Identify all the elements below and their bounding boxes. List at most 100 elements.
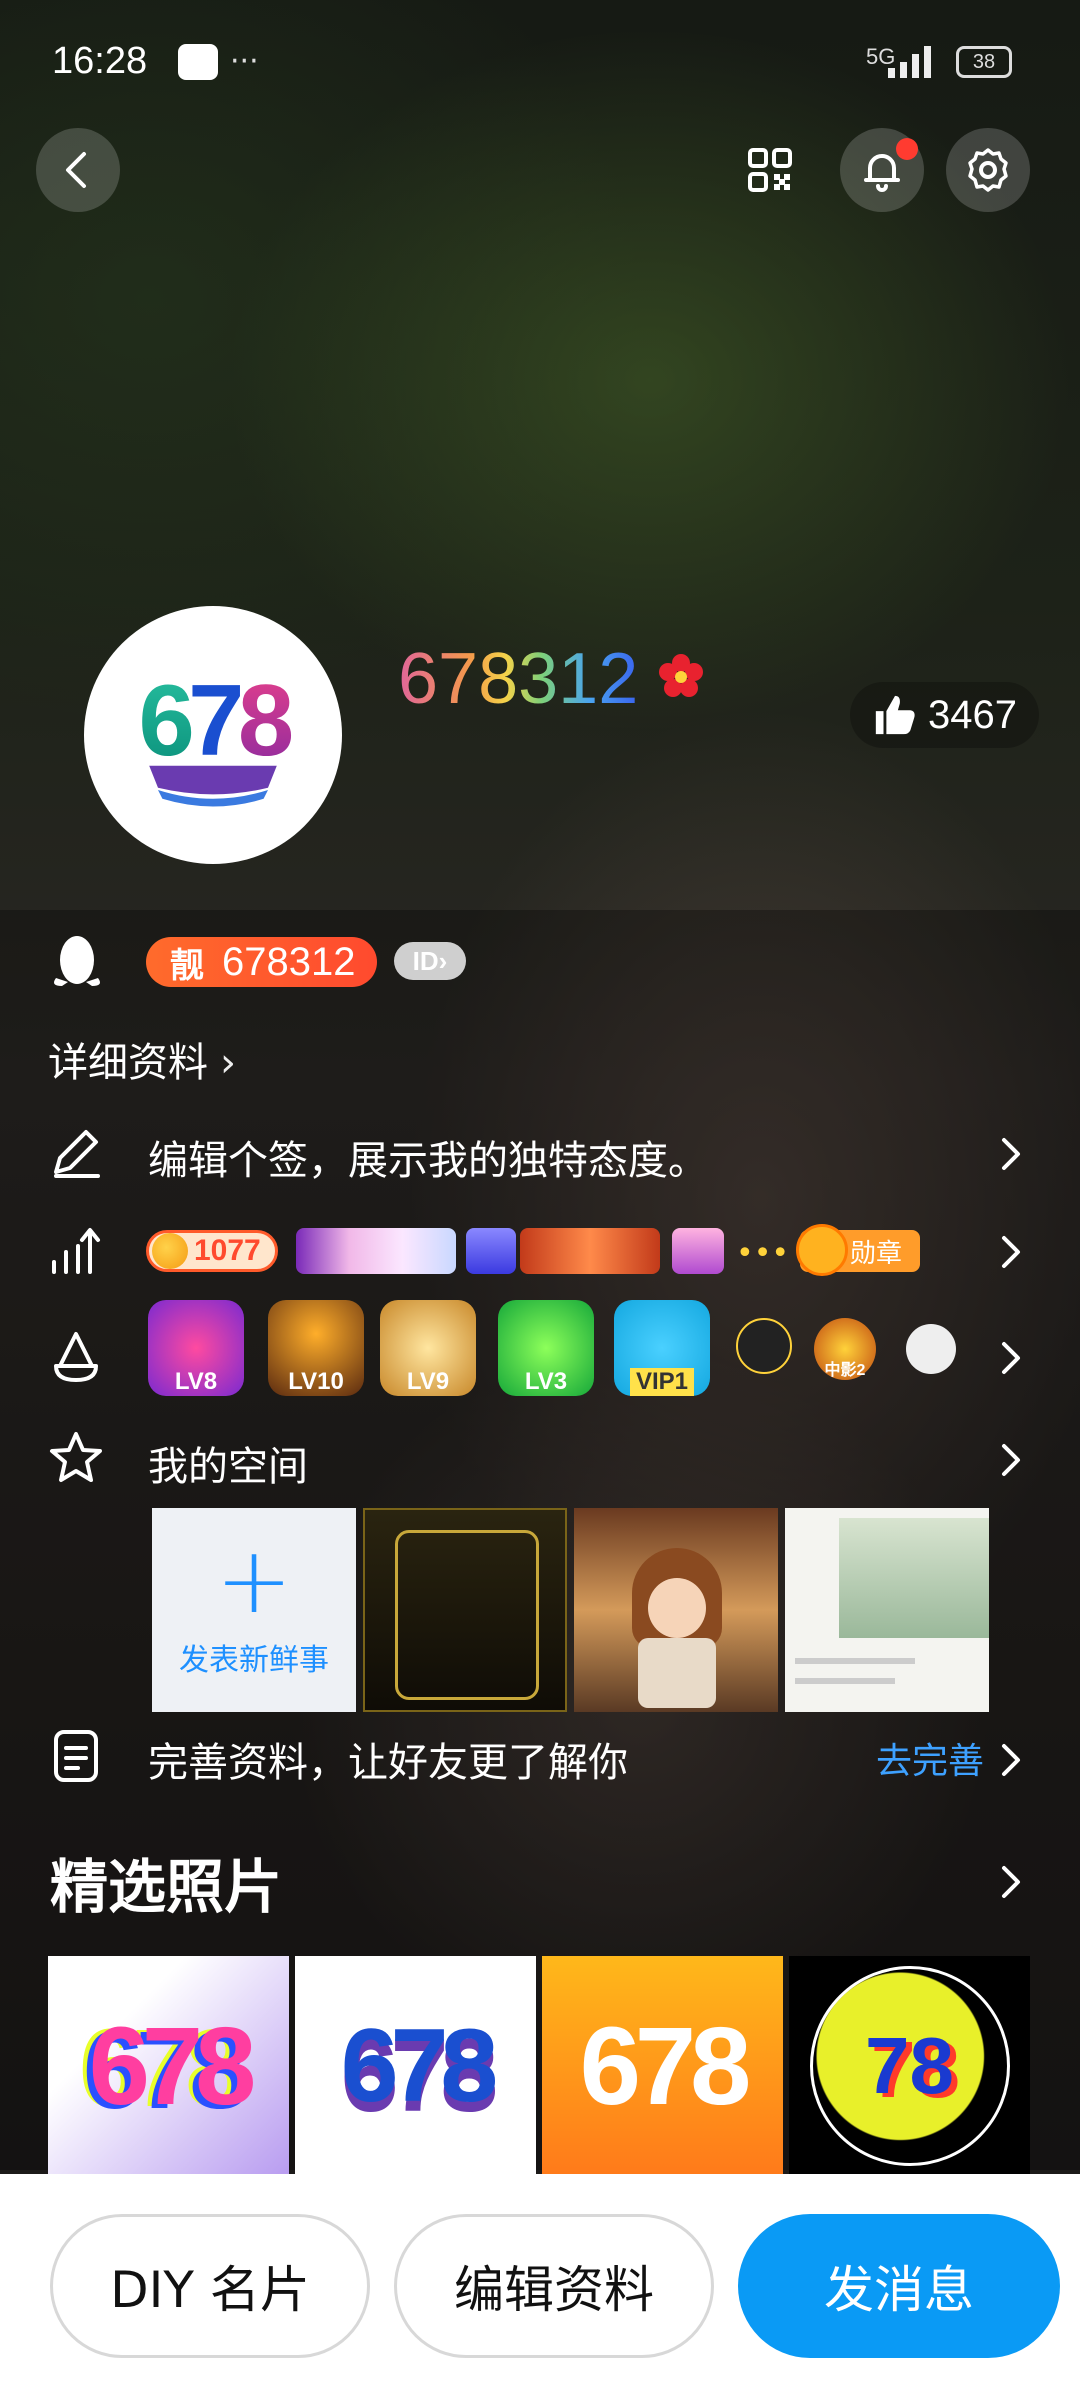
bottom-action-bar: DIY 名片 编辑资料 发消息 xyxy=(0,2174,1080,2400)
id-badge[interactable]: ID› xyxy=(394,942,466,980)
svip-badge[interactable] xyxy=(466,1228,516,1274)
signal-icon xyxy=(888,44,931,78)
avatar-logo-text: 678 xyxy=(138,664,291,777)
crown-badge[interactable] xyxy=(672,1228,724,1274)
game-badge-lv3[interactable]: LV3 xyxy=(498,1300,594,1396)
photo-circle-logo: 78 xyxy=(809,1966,1010,2166)
doll-face-image xyxy=(648,1578,706,1638)
qr-code-button[interactable] xyxy=(728,128,812,212)
ink-painting-image xyxy=(839,1518,989,1638)
level-coin-badge[interactable]: 1077 xyxy=(146,1230,278,1272)
avatar-logo: 678 xyxy=(138,664,298,807)
more-badges-icon: ••• xyxy=(736,1236,790,1271)
plus-icon: + xyxy=(215,1527,293,1634)
diy-card-button[interactable]: DIY 名片 xyxy=(50,2214,370,2358)
featured-photo[interactable]: 678 xyxy=(295,1956,536,2176)
chevron-right-icon[interactable] xyxy=(990,1740,1030,1780)
game-badge-label: LV3 xyxy=(524,1368,568,1395)
game-badge-label: 中影2 xyxy=(824,1362,866,1379)
featured-photo[interactable]: 678 xyxy=(48,1956,289,2176)
detail-profile-label: 详细资料 xyxy=(48,1040,208,1086)
edit-profile-button[interactable]: 编辑资料 xyxy=(394,2214,714,2358)
post-new-tile[interactable]: + 发表新鲜事 xyxy=(152,1508,356,1712)
id-badge-label: ID xyxy=(412,946,439,976)
card-image-frame xyxy=(395,1530,539,1700)
flower-badge-icon[interactable] xyxy=(656,652,706,702)
status-time: 16:28 xyxy=(52,40,148,82)
featured-photo[interactable]: 78 xyxy=(789,1956,1030,2176)
chevron-right-icon: › xyxy=(220,1040,236,1086)
photo-logo-text: 78 xyxy=(865,2021,954,2110)
qq-number: 678312 xyxy=(222,939,356,984)
level-coin-value: 1077 xyxy=(194,1234,261,1267)
complete-profile-row[interactable]: 完善资料，让好友更了解你 xyxy=(148,1730,628,1788)
game-badge-lv9[interactable]: LV9 xyxy=(380,1300,476,1396)
text-line-image xyxy=(795,1678,895,1684)
chevron-right-icon[interactable] xyxy=(990,1134,1030,1174)
qq-penguin-badge[interactable] xyxy=(736,1318,792,1374)
send-message-button[interactable]: 发消息 xyxy=(738,2214,1060,2358)
game-badge-lv10[interactable]: LV10 xyxy=(268,1300,364,1396)
photo-logo-text: 678 xyxy=(579,2004,752,2128)
post-new-label: 发表新鲜事 xyxy=(179,1643,329,1678)
more-notifications-icon: ··· xyxy=(230,44,259,79)
qr-code-icon xyxy=(748,148,792,192)
go-complete-link[interactable]: 去完善 xyxy=(876,1732,984,1784)
photo-logo-text: 678 xyxy=(88,2004,257,2128)
back-button[interactable] xyxy=(36,128,120,212)
notification-dot xyxy=(896,138,918,160)
nickname: 678312 xyxy=(398,639,639,719)
pretty-number-label: 靓 xyxy=(170,945,204,986)
chevron-right-icon[interactable] xyxy=(990,1232,1030,1272)
battery-icon: 38 xyxy=(956,46,1012,78)
settings-button[interactable] xyxy=(946,128,1030,212)
featured-photo[interactable]: 678 xyxy=(542,1956,783,2176)
game-badge-label: LV10 xyxy=(288,1368,344,1395)
pretty-number-badge[interactable]: 靓 678312 xyxy=(146,937,378,987)
my-space-row[interactable]: 我的空间 xyxy=(148,1434,308,1492)
signature-row[interactable]: 编辑个签，展示我的独特态度。 xyxy=(148,1128,708,1186)
vip-badge[interactable] xyxy=(296,1228,456,1274)
medal-label: 勋章 xyxy=(850,1238,903,1269)
star-icon xyxy=(50,1432,102,1482)
thumbs-up-icon xyxy=(875,695,915,735)
game-badge-label: VIP1 xyxy=(629,1368,695,1396)
doll-dress-image xyxy=(638,1638,716,1708)
space-thumbnails: + 发表新鲜事 xyxy=(152,1508,989,1712)
notifications-button[interactable] xyxy=(840,128,924,212)
like-count: 3467 xyxy=(928,692,1017,737)
game-badge-label: LV9 xyxy=(406,1368,450,1395)
chevron-left-icon xyxy=(66,152,86,188)
gear-icon xyxy=(968,148,1008,192)
chevron-right-icon[interactable] xyxy=(990,1440,1030,1480)
featured-photos-title: 精选照片 xyxy=(50,1853,283,1921)
profile-screen: 16:28 ··· 5G 38 678 678312 3467 靓 678312… xyxy=(0,0,1080,2400)
game-badge-cf[interactable]: 中影2 xyxy=(814,1318,876,1380)
chevron-right-icon[interactable] xyxy=(990,1862,1030,1902)
detail-profile-link[interactable]: 详细资料 › xyxy=(48,1030,236,1088)
pencil-icon xyxy=(54,1130,100,1178)
medal-badge[interactable]: 勋章 xyxy=(796,1224,921,1276)
qq-penguin-icon xyxy=(54,936,100,986)
document-icon xyxy=(54,1730,98,1782)
avatar[interactable]: 678 xyxy=(84,606,342,864)
star-medal-icon xyxy=(796,1224,848,1276)
text-line-image xyxy=(795,1658,915,1664)
game-badge-lv8[interactable]: LV8 xyxy=(148,1300,244,1396)
game-badge-label: LV8 xyxy=(174,1368,218,1395)
chevron-right-icon[interactable] xyxy=(990,1338,1030,1378)
photo-logo-text: 678 xyxy=(340,2007,499,2124)
space-post-thumbnail[interactable] xyxy=(785,1508,989,1712)
featured-photos-grid: 678 678 678 78 xyxy=(48,1956,1030,2176)
notification-app-icon xyxy=(178,44,218,80)
space-post-thumbnail[interactable] xyxy=(574,1508,778,1712)
status-bar: 16:28 ··· 5G 38 xyxy=(0,0,1080,120)
like-counter[interactable]: 3467 xyxy=(850,682,1039,748)
level-up-icon xyxy=(52,1228,100,1274)
coin-icon xyxy=(152,1233,188,1269)
video-vip-badge[interactable]: VIP1 xyxy=(614,1300,710,1396)
space-post-thumbnail[interactable] xyxy=(363,1508,567,1712)
game-badge-icon xyxy=(54,1332,98,1382)
bomb-badge[interactable] xyxy=(906,1324,956,1374)
pig-badge[interactable] xyxy=(520,1228,660,1274)
